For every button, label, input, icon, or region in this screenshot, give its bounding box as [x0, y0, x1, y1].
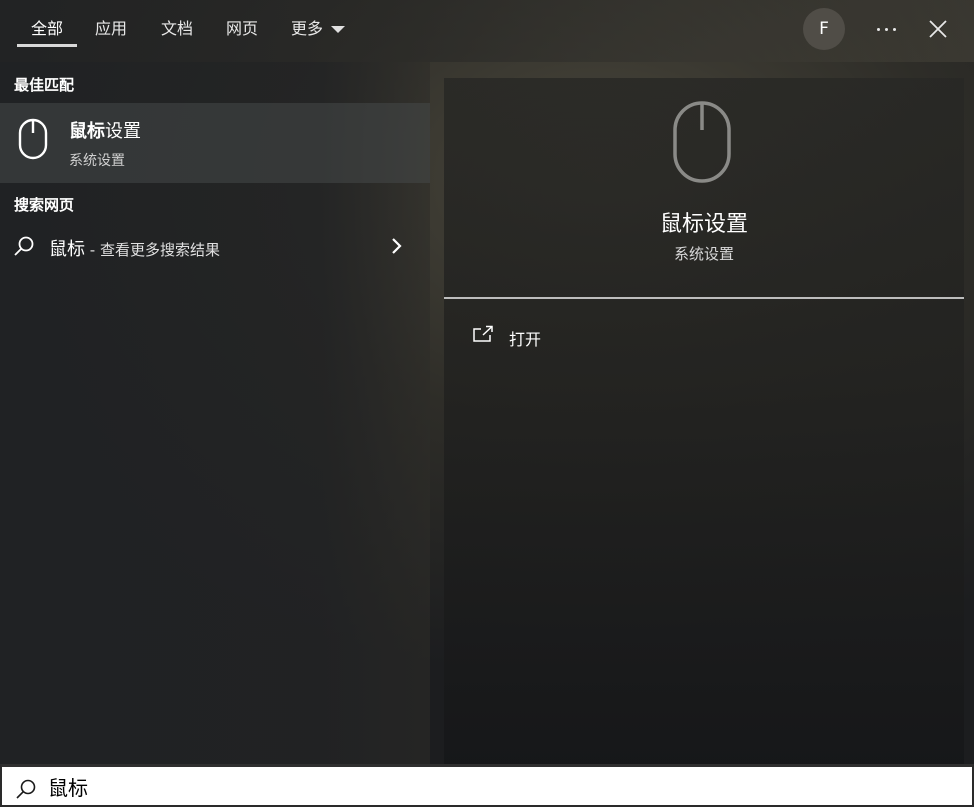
mouse-icon — [18, 118, 48, 160]
web-search-result[interactable]: 鼠标 - 查看更多搜索结果 — [0, 222, 430, 270]
web-search-header: 搜索网页 — [14, 196, 75, 214]
close-icon[interactable] — [926, 17, 950, 41]
mouse-icon — [673, 101, 731, 183]
tab-apps[interactable]: 应用 — [95, 18, 127, 42]
detail-panel: 鼠标设置 系统设置 打开 — [444, 78, 964, 764]
open-button[interactable]: 打开 — [470, 320, 670, 352]
best-match-subtitle: 系统设置 — [69, 153, 125, 169]
best-match-header: 最佳匹配 — [14, 76, 75, 94]
detail-title: 鼠标设置 — [659, 212, 748, 237]
tab-web[interactable]: 网页 — [226, 18, 258, 42]
open-label: 打开 — [509, 330, 542, 349]
search-bar[interactable] — [0, 764, 974, 807]
best-match-result[interactable]: 鼠标设置 系统设置 — [0, 103, 430, 183]
tab-documents[interactable]: 文档 — [161, 18, 193, 42]
tab-more[interactable]: 更多 — [291, 18, 323, 42]
open-in-new-icon — [473, 325, 493, 342]
results-panel: 最佳匹配 鼠标设置 系统设置 搜索网页 鼠标 - 查看更多搜索结果 — [0, 62, 430, 764]
caret-down-icon[interactable] — [331, 26, 345, 33]
avatar[interactable]: F — [803, 8, 845, 50]
tab-all[interactable]: 全部 — [31, 18, 63, 42]
web-search-text: 鼠标 - 查看更多搜索结果 — [49, 239, 220, 260]
detail-subtitle: 系统设置 — [673, 245, 734, 263]
search-icon — [14, 236, 34, 256]
top-bar: 全部 应用 文档 网页 更多 F — [0, 0, 974, 62]
search-input[interactable] — [48, 769, 948, 803]
more-options-icon[interactable] — [872, 12, 902, 46]
chevron-right-icon[interactable] — [388, 236, 406, 256]
divider — [444, 297, 964, 299]
search-icon — [16, 779, 36, 799]
best-match-title: 鼠标设置 — [69, 121, 141, 142]
active-tab-indicator — [17, 44, 77, 47]
